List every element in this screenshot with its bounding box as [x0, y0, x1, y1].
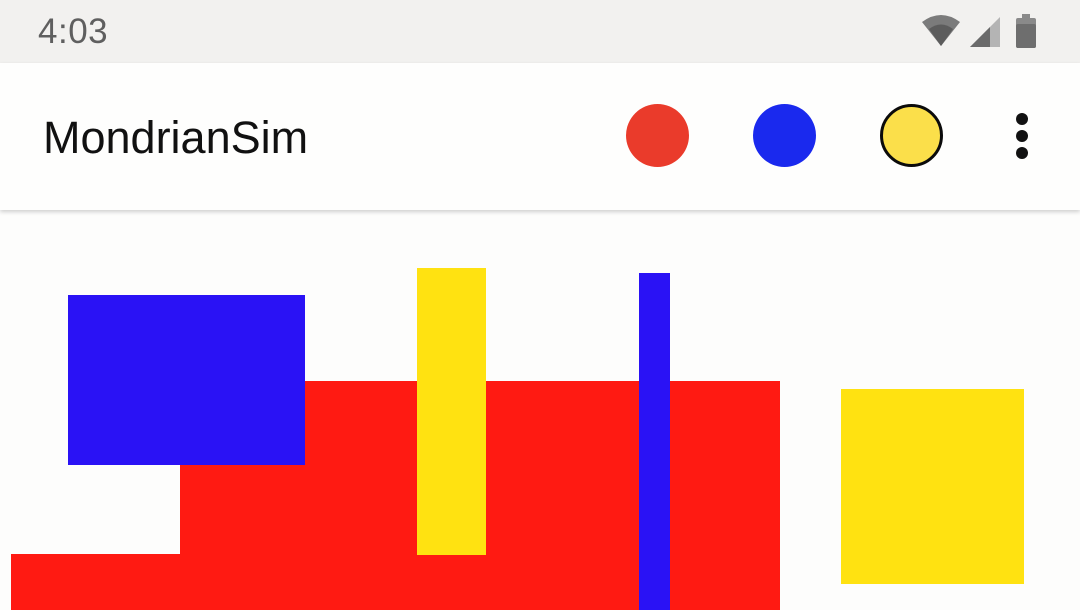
- status-time: 4:03: [38, 12, 109, 51]
- cell-signal-icon: [970, 17, 1000, 47]
- status-bar: 4:03: [0, 0, 1080, 63]
- mondrian-canvas[interactable]: [0, 210, 1080, 610]
- blue-rectangle[interactable]: [68, 295, 305, 465]
- battery-icon: [1016, 14, 1036, 48]
- app-bar: MondrianSim: [0, 63, 1080, 210]
- blue-color-button[interactable]: [753, 104, 816, 167]
- yellow-rectangle[interactable]: [417, 268, 486, 555]
- blue-rectangle[interactable]: [639, 273, 670, 610]
- app-title: MondrianSim: [43, 112, 309, 163]
- more-vert-icon[interactable]: [1002, 111, 1042, 161]
- wifi-icon: [922, 15, 960, 46]
- yellow-color-button[interactable]: [880, 104, 943, 167]
- red-color-button[interactable]: [626, 104, 689, 167]
- status-icons: [920, 14, 1044, 50]
- yellow-rectangle[interactable]: [841, 389, 1024, 584]
